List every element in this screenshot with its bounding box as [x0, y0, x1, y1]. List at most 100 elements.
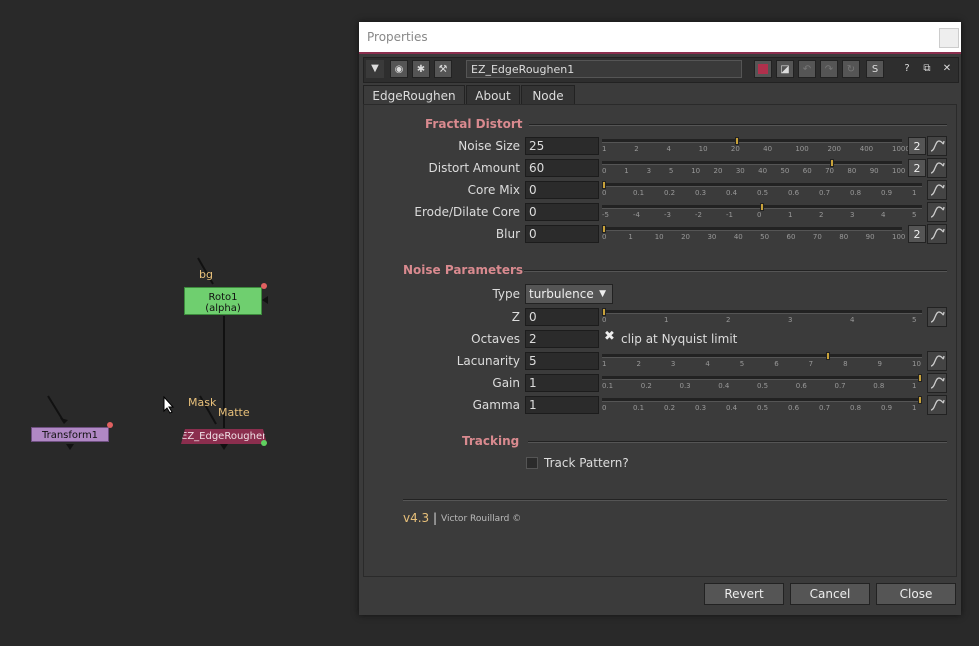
octaves-input[interactable]: 2 — [525, 330, 599, 348]
distort-amount-curve-icon[interactable] — [927, 158, 947, 178]
ez-edgeroughen-indicator-icon — [261, 440, 267, 446]
blur-curve-icon[interactable] — [927, 224, 947, 244]
properties-titlebar[interactable]: Properties — [359, 22, 961, 54]
section-divider — [529, 124, 947, 126]
color-swatch-icon[interactable] — [754, 60, 772, 78]
erode-dilate-input[interactable]: 0 — [525, 203, 599, 221]
tab-node[interactable]: Node — [521, 85, 575, 105]
slider-tick-label: 0.7 — [834, 382, 846, 390]
track-pattern-label: Track Pattern? — [544, 456, 629, 470]
lacunarity-label: Lacunarity — [456, 354, 520, 368]
redo-icon[interactable]: ↷ — [820, 60, 838, 78]
lacunarity-slider[interactable]: 1 2 3 4 5 6 7 8 9 10 — [602, 352, 922, 370]
blur-count[interactable]: 2 — [908, 225, 926, 243]
nyquist-checkbox-checked-icon[interactable]: ✖ — [604, 329, 615, 344]
undo-icon[interactable]: ↶ — [798, 60, 816, 78]
gain-input[interactable]: 1 — [525, 374, 599, 392]
slider-tick-label: 0 — [602, 167, 607, 175]
bug-icon[interactable]: ✱ — [412, 60, 430, 78]
revert-button[interactable]: Revert — [704, 583, 784, 605]
slider-tick-label: 50 — [780, 167, 790, 175]
slider-handle[interactable] — [602, 181, 606, 189]
mask-icon[interactable]: ◪ — [776, 60, 794, 78]
z-input[interactable]: 0 — [525, 308, 599, 326]
slider-tick-label: 0.8 — [873, 382, 885, 390]
help-icon[interactable]: ? — [898, 60, 916, 78]
lacunarity-curve-icon[interactable] — [927, 351, 947, 371]
slider-track — [602, 354, 922, 358]
slider-handle[interactable] — [918, 396, 922, 404]
noise-size-curve-icon[interactable] — [927, 136, 947, 156]
slider-handle[interactable] — [602, 308, 606, 316]
noise-size-slider[interactable]: 1 2 4 10 20 40 100 200 400 1000 — [602, 137, 910, 155]
distort-amount-slider[interactable]: 0 1 3 5 10 20 30 40 50 60 70 80 90 100 — [602, 159, 905, 177]
eye-icon[interactable]: ◉ — [390, 60, 408, 78]
slider-handle[interactable] — [602, 225, 606, 233]
slider-tick-label: 0.7 — [819, 404, 831, 412]
slider-tick-label: 0.7 — [819, 189, 831, 197]
type-dropdown[interactable]: turbulence ▼ — [525, 284, 613, 304]
core-mix-input[interactable]: 0 — [525, 181, 599, 199]
lacunarity-input[interactable]: 5 — [525, 352, 599, 370]
slider-handle[interactable] — [918, 374, 922, 382]
z-curve-icon[interactable] — [927, 307, 947, 327]
slider-tick-label: 8 — [843, 360, 848, 368]
ez-edgeroughen-node[interactable]: EZ_EdgeRoughen1 — [181, 429, 267, 444]
slider-tick-label: 0.6 — [795, 382, 807, 390]
triangle-down-icon[interactable]: ▼ — [366, 60, 384, 78]
slider-track — [602, 398, 922, 402]
noise-size-input[interactable]: 25 — [525, 137, 599, 155]
noise-size-count[interactable]: 2 — [908, 137, 926, 155]
blur-input[interactable]: 0 — [525, 225, 599, 243]
distort-amount-count[interactable]: 2 — [908, 159, 926, 177]
slider-handle[interactable] — [760, 203, 764, 211]
z-slider[interactable]: 0 1 2 3 4 5 — [602, 308, 922, 326]
core-mix-slider[interactable]: 0 0.1 0.2 0.3 0.4 0.5 0.6 0.7 0.8 0.9 1 — [602, 181, 922, 199]
slider-handle[interactable] — [826, 352, 831, 360]
distort-amount-input[interactable]: 60 — [525, 159, 599, 177]
slider-tick-label: 0.5 — [757, 382, 769, 390]
slider-tick-label: -4 — [633, 211, 640, 219]
transform1-node[interactable]: Transform1 — [31, 427, 109, 442]
core-mix-curve-icon[interactable] — [927, 180, 947, 200]
properties-panel: Properties ▼ ◉ ✱ ⚒ EZ_EdgeRoughen1 ◪ ↶ ↷… — [359, 22, 961, 615]
slider-tick-label: 0.3 — [695, 189, 707, 197]
reset-icon[interactable]: ↻ — [842, 60, 860, 78]
core-mix-label: Core Mix — [467, 183, 520, 197]
slider-tick-label: -3 — [664, 211, 671, 219]
slider-tick-label: 10 — [912, 360, 921, 368]
slider-handle[interactable] — [829, 159, 834, 167]
matte-input-label: Matte — [218, 406, 250, 419]
erode-dilate-curve-icon[interactable] — [927, 202, 947, 222]
roto1-node[interactable]: Roto1 (alpha) — [184, 287, 262, 315]
blur-slider[interactable]: 0 1 10 20 30 40 50 60 70 80 90 100 — [602, 225, 905, 243]
wrench-icon[interactable]: ⚒ — [434, 60, 452, 78]
transform1-indicator-icon — [107, 422, 113, 428]
cancel-button[interactable]: Cancel — [790, 583, 870, 605]
node-name-field[interactable]: EZ_EdgeRoughen1 — [466, 60, 742, 78]
slider-tick-label: 3 — [646, 167, 652, 175]
erode-dilate-slider[interactable]: -5 -4 -3 -2 -1 0 1 2 3 4 5 — [602, 203, 922, 221]
gain-curve-icon[interactable] — [927, 373, 947, 393]
slider-tick-label: -1 — [726, 211, 733, 219]
slider-tick-label: 0.1 — [633, 189, 645, 197]
noise-size-label: Noise Size — [458, 139, 520, 153]
close-icon[interactable]: ✕ — [938, 60, 956, 78]
slider-handle[interactable] — [735, 137, 740, 145]
gamma-slider[interactable]: 0 0.1 0.2 0.3 0.4 0.5 0.6 0.7 0.8 0.9 1 — [602, 396, 922, 414]
gamma-curve-icon[interactable] — [927, 395, 947, 415]
slider-tick-label: 10 — [691, 167, 701, 175]
slider-tick-label: 1 — [912, 404, 917, 412]
gain-slider[interactable]: 0.1 0.2 0.3 0.4 0.5 0.6 0.7 0.8 1 — [602, 374, 922, 392]
slider-tick-label: 5 — [912, 211, 917, 219]
float-icon[interactable]: ⧉ — [918, 60, 936, 78]
track-pattern-checkbox[interactable] — [526, 457, 538, 469]
slider-tick-label: 1 — [628, 233, 633, 241]
tab-about[interactable]: About — [466, 85, 520, 105]
gamma-input[interactable]: 1 — [525, 396, 599, 414]
close-button[interactable]: Close — [876, 583, 956, 605]
s-icon[interactable]: S — [866, 60, 884, 78]
tab-edgeroughen[interactable]: EdgeRoughen — [363, 85, 465, 105]
slider-track — [602, 227, 902, 231]
titlebar-close-icon[interactable] — [939, 28, 959, 48]
